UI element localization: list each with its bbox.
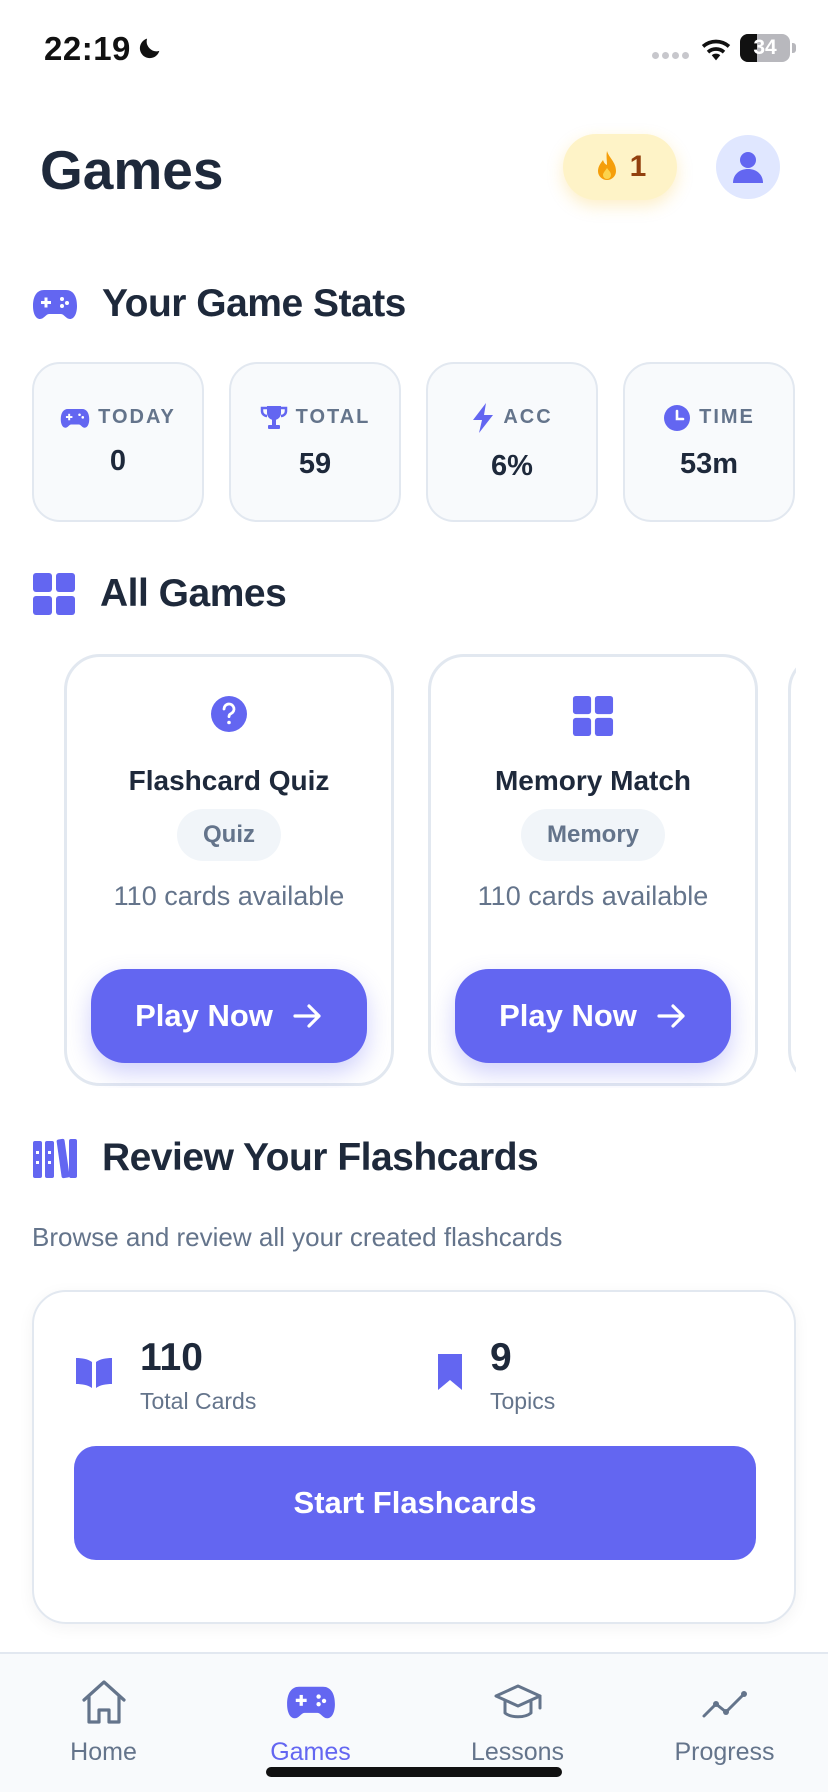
tab-home[interactable]: Home (0, 1654, 207, 1792)
tab-label: Games (270, 1738, 351, 1766)
page-title: Games (40, 139, 224, 201)
books-icon (33, 1138, 77, 1179)
tab-label: Home (70, 1738, 137, 1766)
stat-label: TOTAL (295, 406, 371, 428)
metric-topics: 9 Topics (436, 1336, 555, 1415)
signal-icon (652, 52, 692, 62)
start-flashcards-button[interactable]: Start Flashcards (74, 1446, 756, 1560)
metric-total-cards: 110 Total Cards (74, 1336, 256, 1415)
stats-section-header: Your Game Stats (32, 282, 406, 326)
tab-label: Progress (674, 1738, 775, 1766)
game-name: Flashcard Quiz (128, 765, 330, 796)
stat-card-today: TODAY 0 (32, 362, 204, 522)
play-button-label: Play Now (135, 998, 273, 1033)
grid-icon (33, 573, 75, 615)
game-tag: Memory (520, 809, 666, 861)
battery-cap (792, 43, 796, 53)
topics-label: Topics (490, 1388, 556, 1414)
status-bar: 22:19 34 (0, 0, 828, 100)
stat-value: 6% (491, 449, 533, 482)
start-flashcards-label: Start Flashcards (293, 1485, 537, 1520)
game-card-count: 110 cards available (477, 881, 709, 911)
graduation-cap-icon (494, 1684, 541, 1719)
tab-label: Lessons (470, 1738, 565, 1766)
review-section-title: Review Your Flashcards (102, 1136, 539, 1179)
stats-section-title: Your Game Stats (102, 282, 406, 325)
review-card: 110 Total Cards 9 Topics Start Flashcard… (32, 1290, 796, 1624)
trophy-icon (260, 405, 287, 429)
stat-label: TODAY (98, 406, 176, 428)
review-section-header: Review Your Flashcards (32, 1136, 539, 1180)
open-book-icon (76, 1358, 112, 1388)
arrow-right-icon (657, 1004, 685, 1028)
streak-badge[interactable]: 1 (563, 134, 677, 200)
games-carousel[interactable]: Flashcard Quiz Quiz 110 cards available … (64, 652, 796, 1088)
topics-value: 9 (490, 1336, 512, 1379)
game-name: Memory Match (494, 765, 692, 796)
stat-value: 53m (679, 447, 739, 480)
stats-row: TODAY 0 TOTAL 59 ACC 6% TIME 53m (32, 362, 796, 522)
gamepad-icon (60, 408, 90, 428)
gamepad-icon (33, 290, 77, 319)
stat-card-time: TIME 53m (623, 362, 795, 522)
arrow-right-icon (293, 1004, 321, 1028)
streak-count: 1 (629, 150, 647, 183)
home-icon (81, 1680, 126, 1724)
total-cards-label: Total Cards (140, 1388, 257, 1414)
stat-value: 0 (109, 445, 127, 477)
review-subtitle: Browse and review all your created flash… (32, 1222, 563, 1252)
total-cards-value: 110 (140, 1336, 203, 1379)
game-card-partial[interactable] (788, 654, 796, 1086)
stat-card-total: TOTAL 59 (229, 362, 401, 522)
game-card-memory-match[interactable]: Memory Match Memory 110 cards available … (428, 654, 758, 1086)
trend-line-icon (702, 1691, 747, 1718)
status-time: 22:19 (44, 30, 131, 67)
flame-icon (597, 151, 616, 180)
question-circle-icon (211, 696, 247, 732)
gamepad-icon (286, 1686, 335, 1719)
tab-progress[interactable]: Progress (621, 1654, 828, 1792)
clock-icon (664, 404, 691, 431)
games-section-header: All Games (32, 572, 287, 616)
home-indicator (266, 1767, 562, 1777)
lightning-icon (473, 402, 494, 433)
grid-icon (572, 695, 614, 737)
wifi-icon (701, 39, 731, 61)
stat-label: TIME (699, 406, 755, 428)
battery-icon: 34 (740, 34, 790, 62)
stat-card-accuracy: ACC 6% (426, 362, 598, 522)
play-button-label: Play Now (499, 998, 637, 1033)
play-now-button[interactable]: Play Now (91, 969, 367, 1063)
battery-level: 34 (753, 36, 777, 59)
user-icon (733, 152, 763, 183)
bookmark-icon (438, 1354, 462, 1390)
stat-label: ACC (503, 406, 553, 428)
game-tag: Quiz (177, 809, 281, 861)
game-card-count: 110 cards available (113, 881, 345, 911)
games-section-title: All Games (100, 572, 287, 615)
game-card-flashcard-quiz[interactable]: Flashcard Quiz Quiz 110 cards available … (64, 654, 394, 1086)
avatar[interactable] (716, 135, 780, 199)
play-now-button[interactable]: Play Now (455, 969, 731, 1063)
stat-value: 59 (298, 447, 332, 480)
moon-icon (139, 38, 160, 59)
